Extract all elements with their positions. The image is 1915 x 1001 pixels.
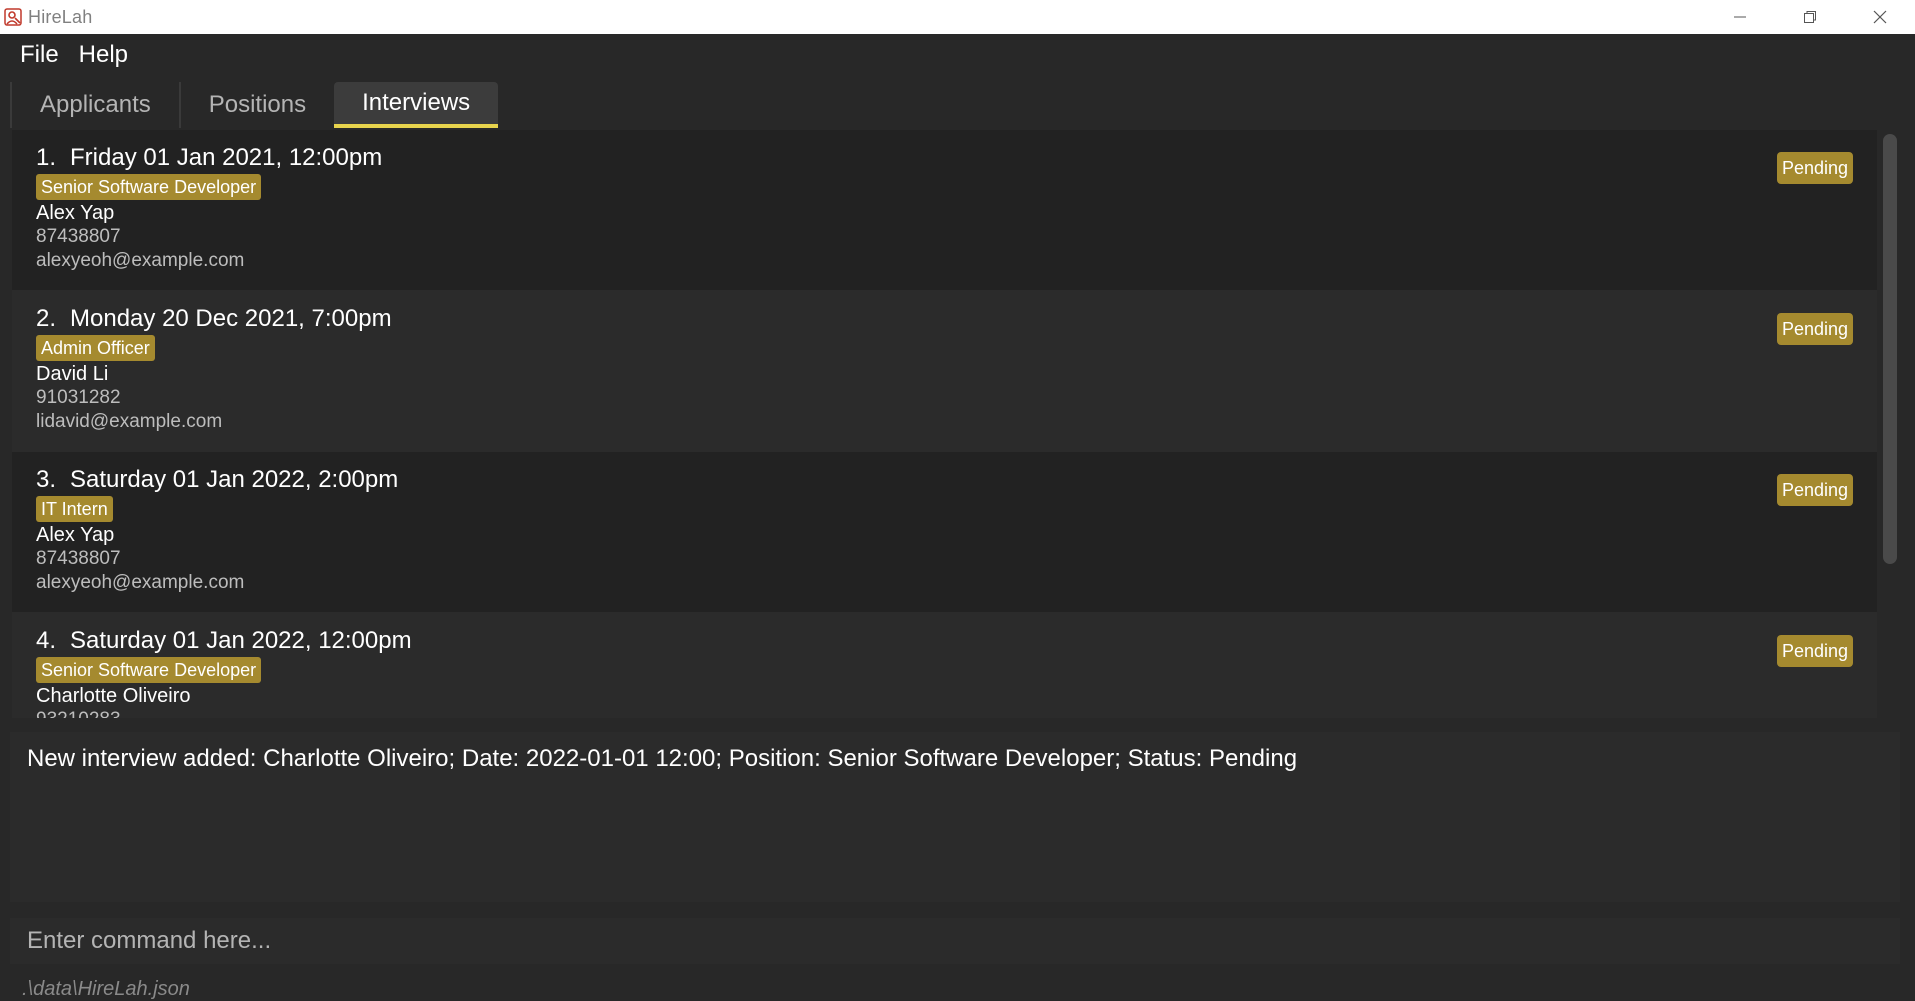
app-logo-icon bbox=[4, 8, 22, 26]
save-location-path: .\data\HireLah.json bbox=[22, 978, 190, 1000]
tab-applicants[interactable]: Applicants bbox=[10, 82, 179, 128]
command-input[interactable] bbox=[10, 918, 1900, 964]
menu-bar: File Help bbox=[0, 34, 1915, 76]
list-scrollbar[interactable] bbox=[1883, 134, 1897, 564]
window-controls bbox=[1705, 0, 1915, 34]
interview-index: 2. bbox=[36, 305, 57, 332]
applicant-phone: 87438807 bbox=[36, 548, 121, 569]
minimize-button[interactable] bbox=[1705, 0, 1775, 34]
applicant-email: alexyeoh@example.com bbox=[36, 250, 245, 271]
interview-date: Friday 01 Jan 2021, 12:00pm bbox=[70, 144, 383, 171]
position-tag: Senior Software Developer bbox=[36, 657, 262, 683]
interview-card[interactable]: 3. Saturday 01 Jan 2022, 2:00pm IT Intern… bbox=[12, 452, 1877, 612]
interview-datetime: 3. Saturday 01 Jan 2022, 2:00pm bbox=[36, 466, 398, 494]
tab-interviews[interactable]: Interviews bbox=[334, 82, 499, 128]
status-badge: Pending bbox=[1776, 313, 1853, 345]
applicant-email: lidavid@example.com bbox=[36, 411, 223, 432]
close-icon bbox=[1873, 10, 1887, 24]
applicant-name: David Li bbox=[36, 363, 109, 385]
interview-card[interactable]: 2. Monday 20 Dec 2021, 7:00pm Admin Offic… bbox=[12, 291, 1877, 451]
applicant-name: Alex Yap bbox=[36, 202, 115, 224]
tab-positions[interactable]: Positions bbox=[178, 82, 334, 128]
position-tag: IT Intern bbox=[36, 496, 113, 522]
menu-help[interactable]: Help bbox=[69, 41, 138, 69]
interview-date: Monday 20 Dec 2021, 7:00pm bbox=[70, 305, 392, 332]
position-tag: Senior Software Developer bbox=[36, 174, 262, 200]
title-bar: HireLah bbox=[0, 0, 1915, 34]
restore-button[interactable] bbox=[1775, 0, 1845, 34]
applicant-phone: 87438807 bbox=[36, 226, 121, 247]
position-tag: Admin Officer bbox=[36, 335, 155, 361]
applicant-name: Charlotte Oliveiro bbox=[36, 685, 191, 707]
interview-datetime: 1. Friday 01 Jan 2021, 12:00pm bbox=[36, 144, 382, 172]
interview-card[interactable]: 1. Friday 01 Jan 2021, 12:00pm Senior Sof… bbox=[12, 130, 1877, 290]
applicant-phone: 93210283 bbox=[36, 709, 121, 718]
interview-datetime: 4. Saturday 01 Jan 2022, 12:00pm bbox=[36, 627, 412, 655]
status-badge: Pending bbox=[1776, 152, 1853, 184]
minimize-icon bbox=[1734, 16, 1746, 18]
tab-bar: Applicants Positions Interviews bbox=[10, 82, 499, 128]
interview-index: 4. bbox=[36, 627, 57, 654]
menu-file[interactable]: File bbox=[10, 41, 69, 69]
close-button[interactable] bbox=[1845, 0, 1915, 34]
window-title: HireLah bbox=[28, 6, 93, 27]
applicant-phone: 91031282 bbox=[36, 387, 121, 408]
interview-index: 1. bbox=[36, 144, 57, 171]
interview-index: 3. bbox=[36, 466, 57, 493]
result-display: New interview added: Charlotte Oliveiro;… bbox=[10, 732, 1900, 902]
interview-datetime: 2. Monday 20 Dec 2021, 7:00pm bbox=[36, 305, 392, 333]
status-badge: Pending bbox=[1776, 474, 1853, 506]
status-badge: Pending bbox=[1776, 635, 1853, 667]
restore-icon bbox=[1804, 11, 1816, 23]
applicant-email: alexyeoh@example.com bbox=[36, 572, 245, 593]
interview-date: Saturday 01 Jan 2022, 2:00pm bbox=[70, 466, 399, 493]
applicant-name: Alex Yap bbox=[36, 524, 115, 546]
interview-card[interactable]: 4. Saturday 01 Jan 2022, 12:00pm Senior S… bbox=[12, 613, 1877, 718]
interview-date: Saturday 01 Jan 2022, 12:00pm bbox=[70, 627, 412, 654]
interview-list[interactable]: 1. Friday 01 Jan 2021, 12:00pm Senior Sof… bbox=[12, 130, 1877, 718]
result-message: New interview added: Charlotte Oliveiro;… bbox=[27, 745, 1298, 772]
